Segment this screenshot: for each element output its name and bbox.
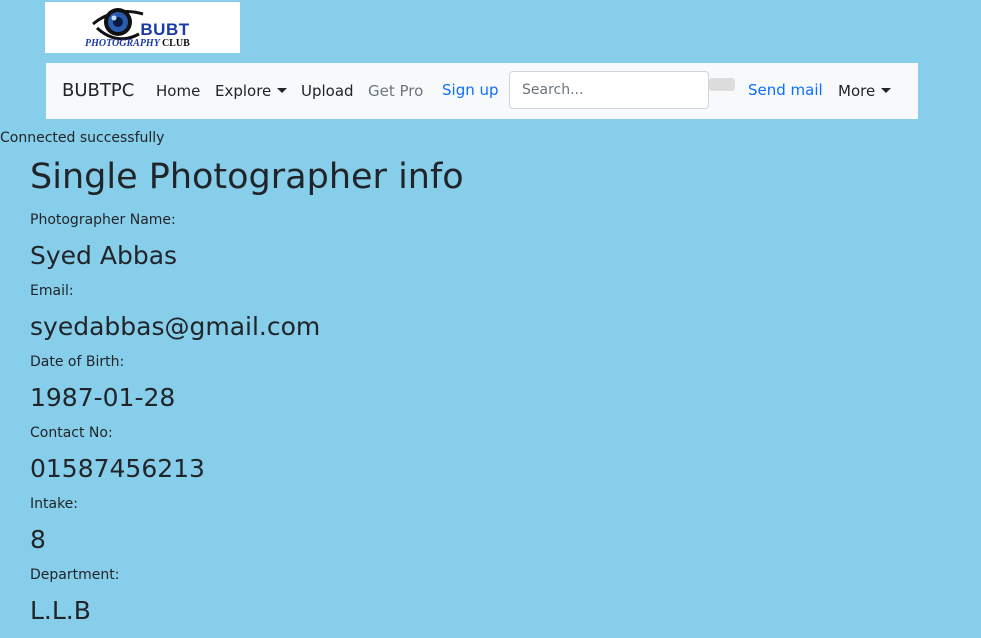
- email-label: Email:: [30, 283, 74, 299]
- nav-more-label: More: [838, 82, 876, 100]
- department-label: Department:: [30, 567, 120, 583]
- intake-value: 8: [30, 525, 46, 554]
- chevron-down-icon: [277, 88, 288, 93]
- intake-label: Intake:: [30, 496, 79, 512]
- contact-no-value: 01587456213: [30, 454, 205, 483]
- search-button[interactable]: [709, 78, 735, 91]
- logo-subtitle-suffix: CLUB: [161, 38, 190, 49]
- department-value: L.L.B: [30, 596, 91, 625]
- nav-more-dropdown[interactable]: More: [838, 82, 892, 100]
- logo-subtitle: PHOTOGRAPHY CLUB: [85, 38, 190, 49]
- logo-title: BUBT: [140, 20, 190, 39]
- email-value: syedabbas@gmail.com: [30, 312, 321, 341]
- chevron-down-icon: [881, 88, 892, 93]
- nav-sign-up[interactable]: Sign up: [442, 81, 499, 99]
- main-navbar: BUBTPC Home Explore Upload Get Pro Sign …: [46, 63, 918, 119]
- search-input[interactable]: [509, 71, 709, 109]
- logo-subtitle-main: PHOTOGRAPHY: [85, 38, 160, 49]
- nav-get-pro[interactable]: Get Pro: [368, 82, 423, 100]
- nav-send-mail[interactable]: Send mail: [748, 81, 823, 99]
- photographer-name-label: Photographer Name:: [30, 212, 176, 228]
- nav-upload[interactable]: Upload: [301, 82, 354, 100]
- date-of-birth-value: 1987-01-28: [30, 383, 176, 412]
- navbar-brand[interactable]: BUBTPC: [62, 80, 134, 101]
- photographer-details: Single Photographer info Photographer Na…: [30, 153, 464, 627]
- date-of-birth-label: Date of Birth:: [30, 354, 125, 370]
- nav-home[interactable]: Home: [156, 82, 200, 100]
- nav-explore-dropdown[interactable]: Explore: [215, 82, 288, 100]
- connection-status: Connected successfully: [0, 130, 165, 146]
- page-title: Single Photographer info: [30, 157, 464, 197]
- contact-no-label: Contact No:: [30, 425, 113, 441]
- club-logo[interactable]: BUBT PHOTOGRAPHY CLUB: [45, 2, 240, 53]
- nav-explore-label: Explore: [215, 82, 272, 100]
- photographer-name-value: Syed Abbas: [30, 241, 178, 270]
